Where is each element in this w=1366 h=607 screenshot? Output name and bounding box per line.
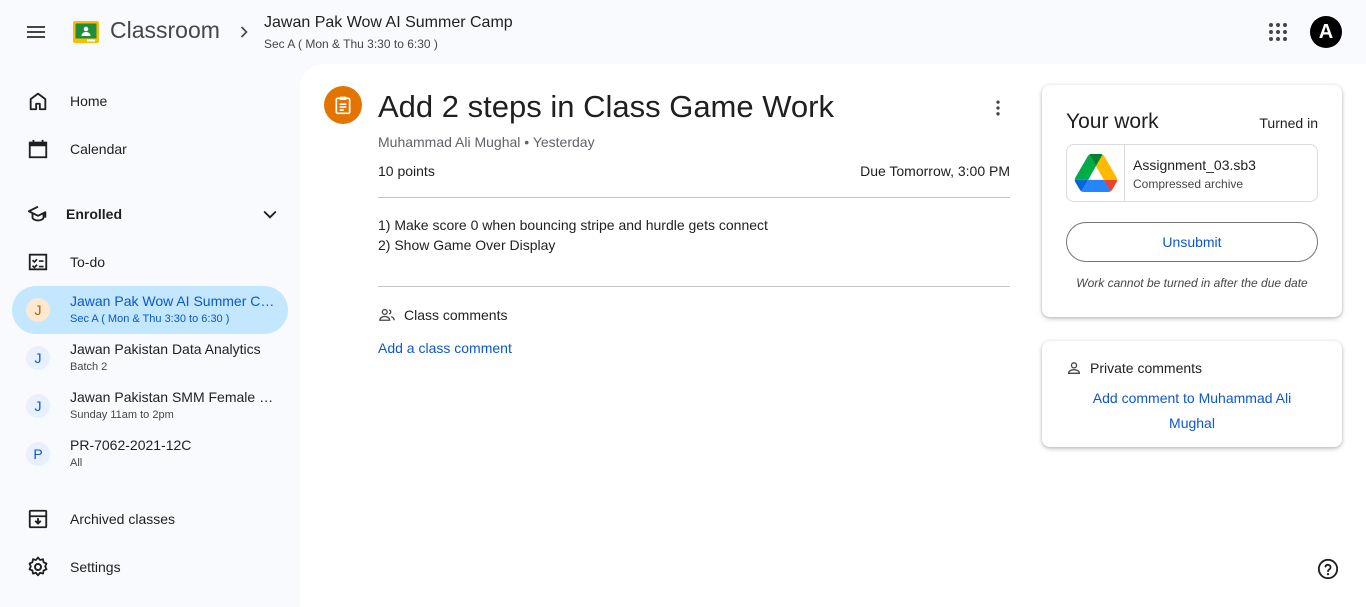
gear-icon (26, 555, 50, 579)
sidebar-item-archived-classes[interactable]: Archived classes (12, 499, 288, 539)
sidebar-class-item[interactable]: J Jawan Pakistan SMM Female Batch Sunday… (12, 382, 288, 430)
your-work-title: Your work (1066, 110, 1159, 133)
class-section: All (70, 457, 83, 469)
app-name[interactable]: Classroom (110, 17, 220, 44)
private-comments-card: Private comments Add comment to Muhammad… (1042, 341, 1342, 447)
breadcrumb-class-section: Sec A ( Mon & Thu 3:30 to 6:30 ) (264, 37, 438, 51)
class-name: Jawan Pakistan SMM Female Batch (70, 389, 282, 405)
attachment-file-type: Compressed archive (1133, 177, 1244, 191)
avatar-letter: A (1318, 20, 1334, 43)
chevron-right-icon (240, 26, 248, 38)
unsubmit-button[interactable]: Unsubmit (1066, 222, 1318, 262)
divider (378, 197, 1010, 198)
sidebar-class-item[interactable]: P PR-7062-2021-12C All (12, 430, 288, 478)
class-avatar: J (26, 394, 50, 418)
top-app-bar: Classroom Jawan Pak Wow AI Summer Camp S… (0, 0, 1366, 64)
account-avatar[interactable]: A (1310, 16, 1342, 48)
archive-icon (26, 507, 50, 531)
calendar-icon (26, 137, 50, 161)
class-avatar: P (26, 442, 50, 466)
private-comments-label: Private comments (1090, 360, 1203, 376)
class-section: Batch 2 (70, 361, 108, 373)
assignment-due-date: Due Tomorrow, 3:00 PM (860, 163, 1010, 179)
hamburger-menu-icon (27, 26, 45, 38)
your-work-card: Your work Turned in Assignment_03.sb3 Co… (1042, 85, 1342, 317)
class-comments-header: Class comments (378, 305, 507, 325)
sidebar-item-settings[interactable]: Settings (12, 547, 288, 587)
add-private-comment-link[interactable]: Add comment to Muhammad Ali Mughal (1072, 386, 1312, 436)
class-avatar: J (26, 298, 50, 322)
assignment-title: Add 2 steps in Class Game Work (378, 89, 834, 124)
help-button[interactable] (1312, 553, 1344, 585)
sidebar-item-label: Archived classes (70, 511, 176, 527)
sidebar-item-label: Settings (70, 559, 121, 575)
assignment-details: Add 2 steps in Class Game Work Muhammad … (300, 64, 1366, 607)
sidebar-class-item[interactable]: J Jawan Pakistan Data Analytics Batch 2 (12, 334, 288, 382)
private-comments-header: Private comments (1066, 358, 1202, 378)
school-hat-icon (26, 202, 50, 226)
class-name: PR-7062-2021-12C (70, 437, 192, 453)
home-icon (26, 89, 50, 113)
more-vert-icon (996, 100, 1000, 116)
main-menu-button[interactable] (16, 12, 56, 52)
apps-grid-icon (1269, 23, 1287, 41)
add-class-comment-link[interactable]: Add a class comment (378, 340, 512, 356)
people-icon (379, 308, 395, 321)
sidebar-item-label: Calendar (70, 141, 127, 157)
sidebar-item-calendar[interactable]: Calendar (12, 129, 288, 169)
sidebar-item-label: To-do (70, 254, 106, 270)
breadcrumb-class-title[interactable]: Jawan Pak Wow AI Summer Camp (264, 14, 513, 32)
more-options-button[interactable] (982, 92, 1014, 124)
assignment-author-date: Muhammad Ali Mughal • Yesterday (378, 134, 595, 150)
due-date-note: Work cannot be turned in after the due d… (1076, 276, 1308, 290)
sidebar-item-todo[interactable]: To-do (12, 242, 288, 282)
divider (378, 286, 1010, 287)
todo-checklist-icon (26, 250, 50, 274)
class-name: Jawan Pak Wow AI Summer Camp (70, 293, 282, 309)
sidebar-class-item[interactable]: J Jawan Pak Wow AI Summer Camp Sec A ( M… (12, 286, 288, 334)
sidebar-item-label: Home (70, 93, 108, 109)
chevron-down-icon[interactable] (260, 204, 280, 224)
sidebar-item-label: Enrolled (66, 206, 123, 222)
class-avatar: J (26, 346, 50, 370)
attachment-file-name: Assignment_03.sb3 (1133, 157, 1256, 173)
submission-status: Turned in (1259, 115, 1318, 131)
instruction-line: 1) Make score 0 when bouncing stripe and… (378, 217, 768, 233)
class-section: Sunday 11am to 2pm (70, 409, 174, 421)
classroom-logo-icon[interactable] (73, 21, 99, 43)
google-drive-icon (1067, 145, 1125, 201)
person-icon (1067, 362, 1081, 374)
assignment-icon (324, 86, 362, 124)
sidebar: Home Calendar Enrolled To-do J Jawan Pak… (0, 64, 300, 607)
instruction-line: 2) Show Game Over Display (378, 237, 556, 253)
assignment-instructions: 1) Make score 0 when bouncing stripe and… (378, 215, 768, 255)
assignment-points: 10 points (378, 163, 435, 179)
sidebar-item-home[interactable]: Home (12, 81, 288, 121)
help-icon (1317, 558, 1339, 580)
class-section: Sec A ( Mon & Thu 3:30 to 6:30 ) (70, 313, 230, 325)
class-comments-label: Class comments (404, 307, 508, 323)
google-apps-button[interactable] (1258, 12, 1298, 52)
attachment-chip[interactable]: Assignment_03.sb3 Compressed archive (1066, 144, 1318, 202)
sidebar-item-enrolled[interactable]: Enrolled (12, 194, 288, 234)
class-name: Jawan Pakistan Data Analytics (70, 341, 261, 357)
